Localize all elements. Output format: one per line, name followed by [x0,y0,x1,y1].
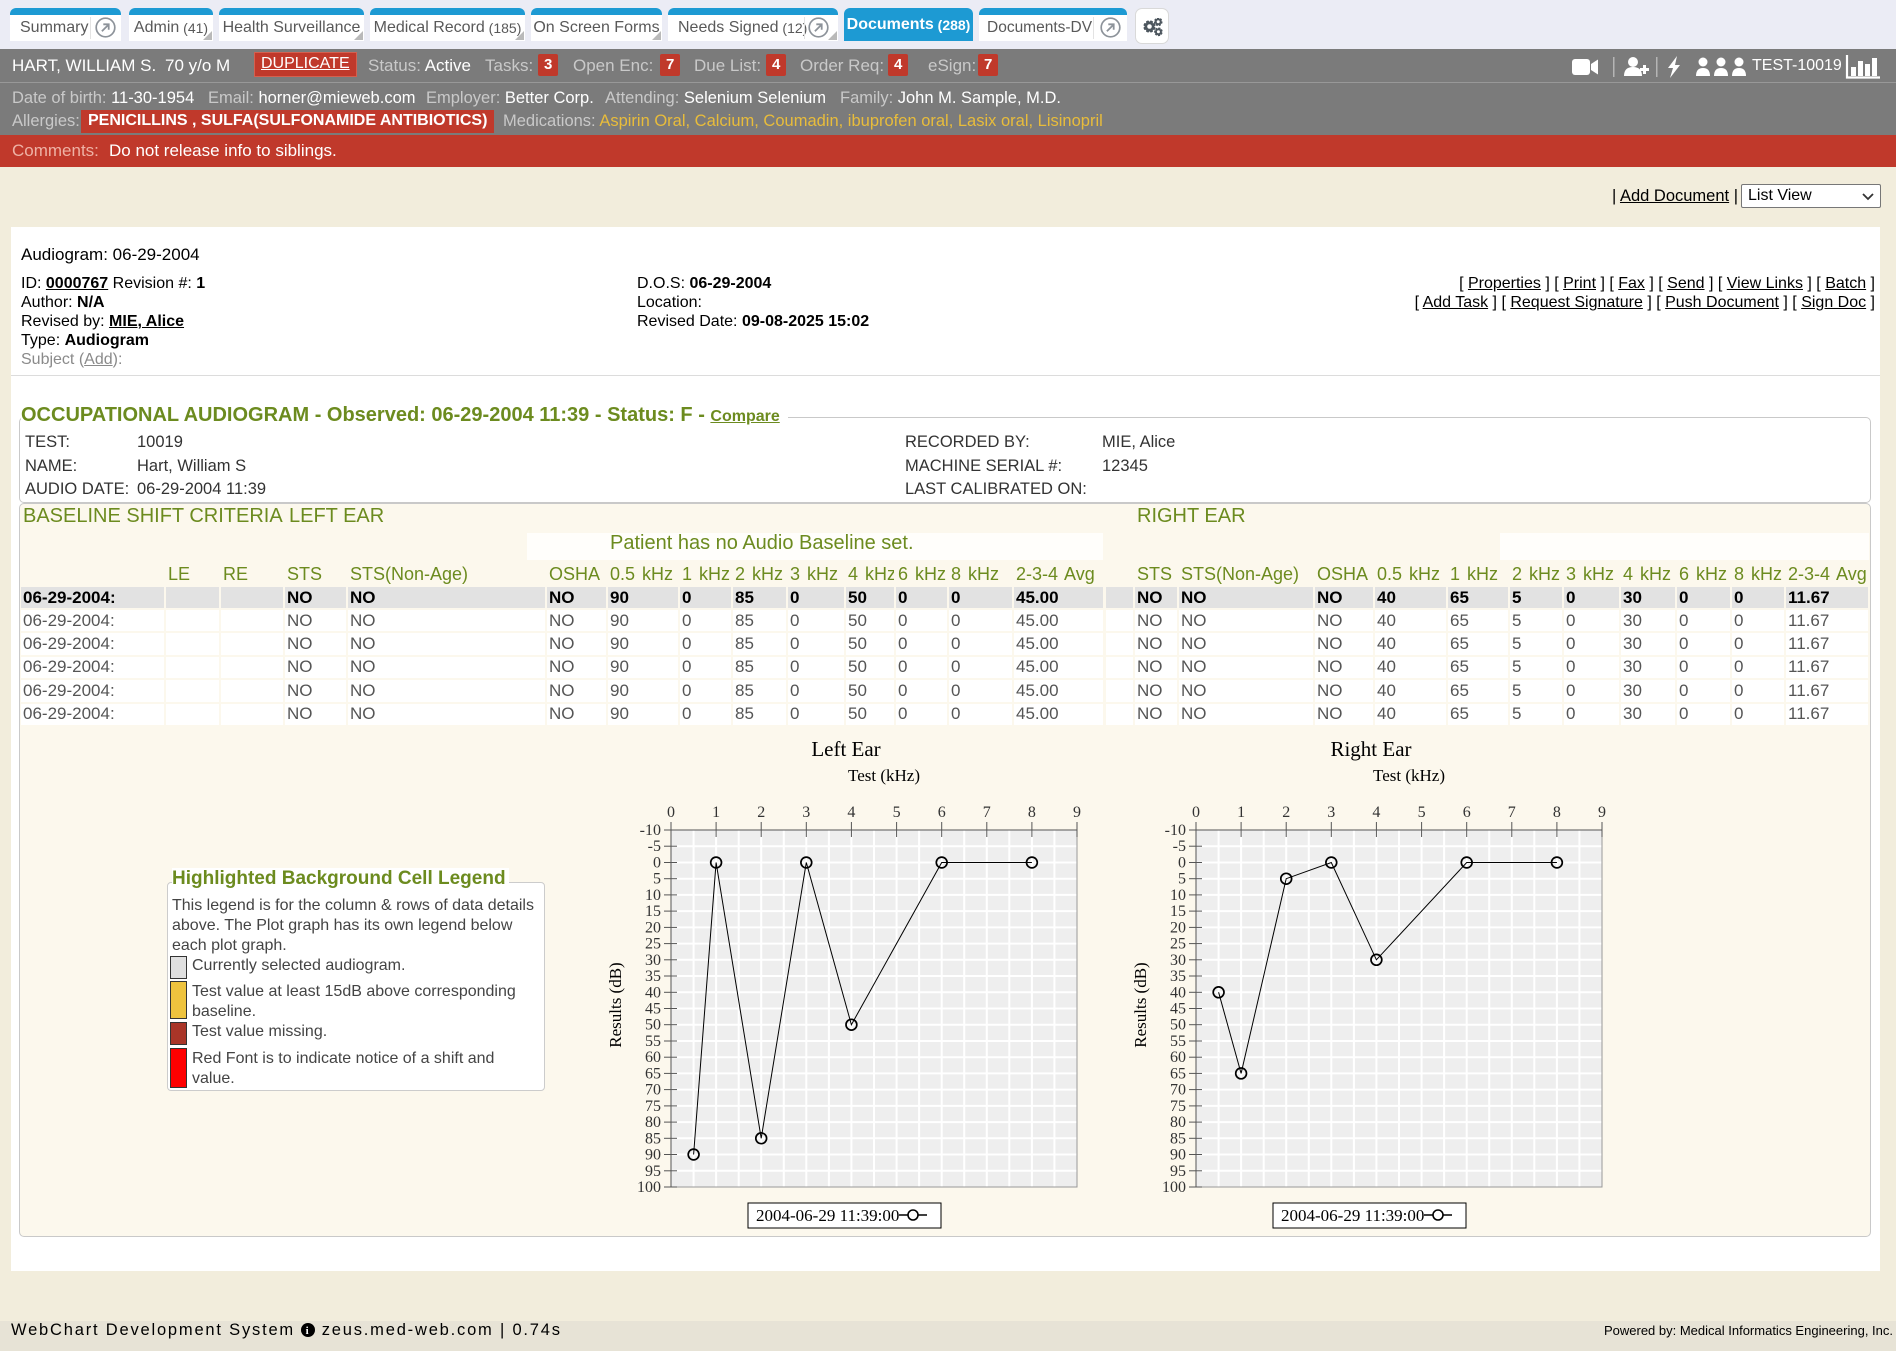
svg-text:8: 8 [1553,804,1561,821]
svg-text:1: 1 [712,804,720,821]
svg-text:50: 50 [645,1017,661,1034]
svg-text:10: 10 [645,887,661,904]
svg-text:-10: -10 [1165,822,1186,839]
svg-text:3: 3 [802,804,810,821]
svg-text:20: 20 [645,919,661,936]
svg-text:Right Ear: Right Ear [1330,737,1411,761]
svg-text:55: 55 [1170,1033,1186,1050]
svg-text:50: 50 [1170,1017,1186,1034]
svg-text:60: 60 [1170,1049,1186,1066]
svg-text:2: 2 [1282,804,1290,821]
svg-text:2004-06-29 11:39:00: 2004-06-29 11:39:00 [756,1206,899,1225]
svg-text:30: 30 [1170,952,1186,969]
svg-text:25: 25 [1170,936,1186,953]
svg-text:20: 20 [1170,919,1186,936]
svg-text:8: 8 [1028,804,1036,821]
svg-text:6: 6 [938,804,946,821]
svg-text:35: 35 [645,968,661,985]
svg-text:15: 15 [645,903,661,920]
svg-text:55: 55 [645,1033,661,1050]
svg-text:60: 60 [645,1049,661,1066]
svg-text:9: 9 [1598,804,1606,821]
svg-text:45: 45 [1170,1001,1186,1018]
svg-text:80: 80 [645,1114,661,1131]
svg-text:0: 0 [653,855,661,872]
svg-text:10: 10 [1170,887,1186,904]
svg-text:6: 6 [1463,804,1471,821]
svg-text:65: 65 [1170,1065,1186,1082]
svg-text:0: 0 [667,804,675,821]
svg-text:7: 7 [983,804,991,821]
svg-text:95: 95 [1170,1163,1186,1180]
svg-text:0: 0 [1192,804,1200,821]
svg-text:9: 9 [1073,804,1081,821]
svg-text:90: 90 [645,1147,661,1164]
svg-text:30: 30 [645,952,661,969]
svg-text:Results (dB): Results (dB) [606,962,625,1047]
svg-text:100: 100 [637,1179,661,1196]
svg-text:5: 5 [1178,871,1186,888]
svg-text:4: 4 [847,804,855,821]
svg-text:Left Ear: Left Ear [811,737,880,761]
svg-text:85: 85 [1170,1130,1186,1147]
svg-text:1: 1 [1237,804,1245,821]
svg-text:2: 2 [757,804,765,821]
svg-text:Test (kHz): Test (kHz) [848,766,920,785]
svg-text:5: 5 [653,871,661,888]
svg-text:70: 70 [645,1082,661,1099]
svg-text:Results (dB): Results (dB) [1131,962,1150,1047]
svg-text:95: 95 [645,1163,661,1180]
svg-text:Test (kHz): Test (kHz) [1373,766,1445,785]
svg-text:5: 5 [893,804,901,821]
svg-text:90: 90 [1170,1147,1186,1164]
svg-text:-10: -10 [640,822,661,839]
svg-text:70: 70 [1170,1082,1186,1099]
svg-text:35: 35 [1170,968,1186,985]
svg-text:25: 25 [645,936,661,953]
svg-text:2004-06-29 11:39:00: 2004-06-29 11:39:00 [1281,1206,1424,1225]
svg-text:i: i [306,1325,311,1337]
svg-text:65: 65 [645,1065,661,1082]
svg-text:0: 0 [1178,855,1186,872]
svg-text:-5: -5 [1173,838,1186,855]
svg-text:85: 85 [645,1130,661,1147]
svg-text:40: 40 [1170,984,1186,1001]
svg-text:4: 4 [1372,804,1380,821]
svg-text:75: 75 [645,1098,661,1115]
svg-text:40: 40 [645,984,661,1001]
svg-text:100: 100 [1162,1179,1186,1196]
svg-text:75: 75 [1170,1098,1186,1115]
svg-text:3: 3 [1327,804,1335,821]
svg-text:15: 15 [1170,903,1186,920]
svg-text:-5: -5 [648,838,661,855]
svg-text:45: 45 [645,1001,661,1018]
svg-text:80: 80 [1170,1114,1186,1131]
svg-text:5: 5 [1418,804,1426,821]
svg-text:7: 7 [1508,804,1516,821]
